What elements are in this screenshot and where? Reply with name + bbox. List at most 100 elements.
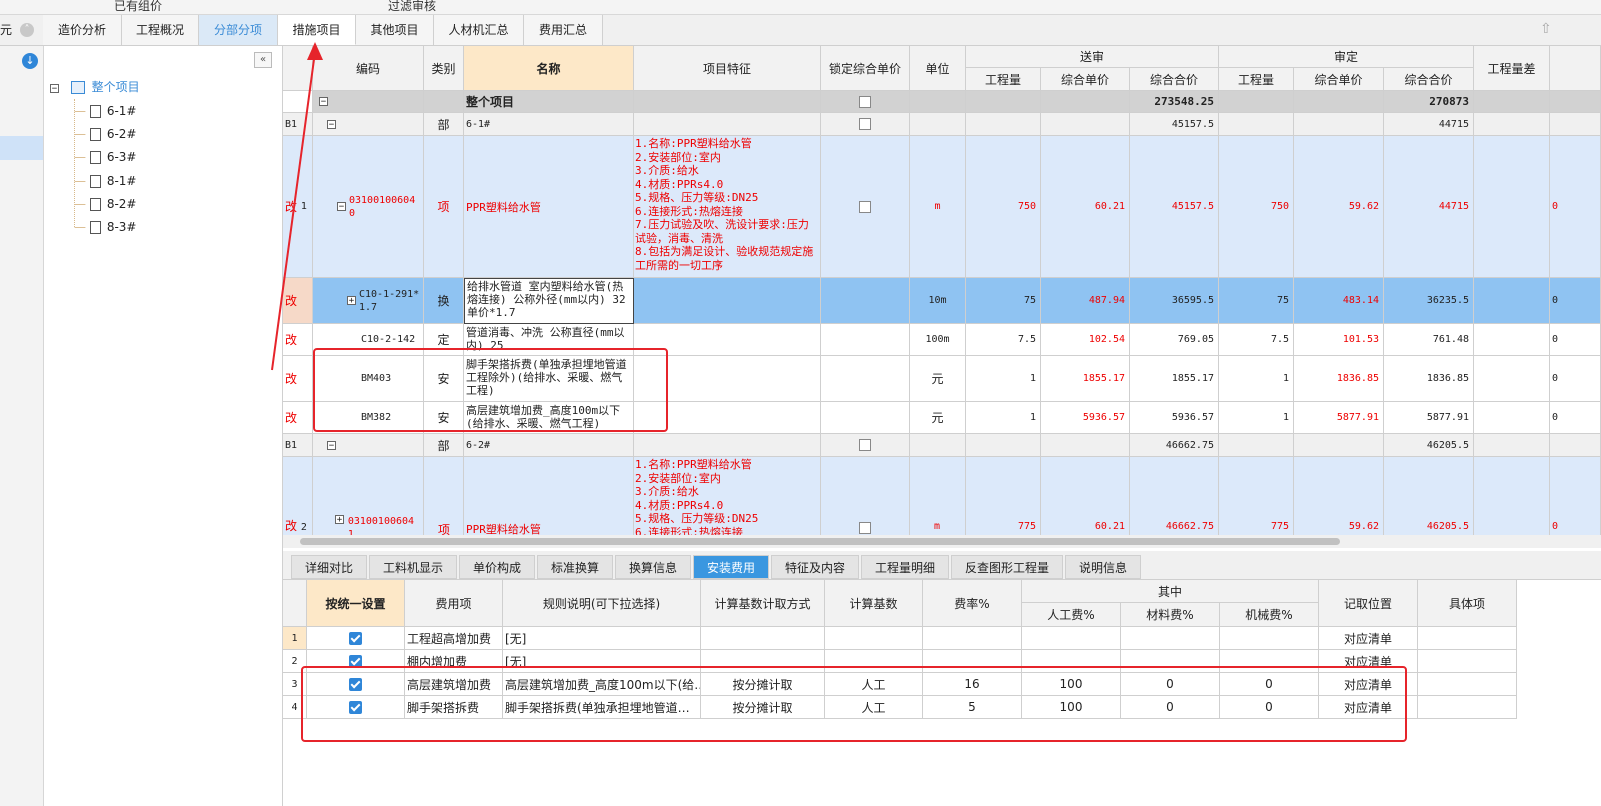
header-approve-unit-price: 综合单价 — [1294, 68, 1384, 91]
header-position: 记取位置 — [1319, 580, 1418, 627]
approve-total: 44715 — [1384, 113, 1474, 136]
row-type: 项 — [424, 457, 464, 541]
tab-standard-conversion[interactable]: 标准换算 — [537, 555, 613, 579]
unified-checkbox[interactable] — [349, 631, 362, 645]
row-type: 换 — [424, 278, 464, 324]
tab-project-overview[interactable]: 工程概况 — [122, 15, 199, 45]
tab-conversion-info[interactable]: 换算信息 — [615, 555, 691, 579]
scrollbar-thumb[interactable] — [300, 538, 1340, 545]
approve-total: 5877.91 — [1384, 402, 1474, 434]
row-name: 6-1# — [464, 113, 634, 136]
tree-node-8-3[interactable]: — 8-3# — [74, 216, 136, 238]
tree-node-8-1[interactable]: — 8-1# — [74, 170, 136, 192]
header-feature: 项目特征 — [634, 46, 821, 91]
send-total: 769.05 — [1130, 324, 1219, 356]
send-total: 46662.75 — [1130, 457, 1219, 541]
row-unit: m — [910, 457, 966, 541]
row-name: PPR塑料给水管 — [464, 457, 634, 541]
send-total: 1855.17 — [1130, 356, 1219, 402]
left-strip-label: 元 — [0, 23, 13, 37]
left-side-strip — [0, 46, 44, 806]
detail-tab-bar: 详细对比 工料机显示 单价构成 标准换算 换算信息 安装费用 特征及内容 工程量… — [283, 551, 1601, 580]
fee-labor — [1022, 627, 1121, 650]
fee-rule[interactable]: [无] — [503, 627, 701, 650]
send-total: 36595.5 — [1130, 278, 1219, 324]
download-icon[interactable]: ↓ — [22, 53, 38, 69]
approve-unit-price: 5877.91 — [1294, 402, 1384, 434]
header-send-qty: 工程量 — [966, 68, 1041, 91]
row-type: 部 — [424, 113, 464, 136]
fee-item: 工程超高增加费 — [405, 627, 503, 650]
tab-fee-summary[interactable]: 费用汇总 — [524, 15, 603, 45]
header-calc-base: 计算基数 — [825, 580, 923, 627]
tab-quantity-detail[interactable]: 工程量明细 — [861, 555, 949, 579]
row-unit: 10m — [910, 278, 966, 324]
row-name-editor[interactable]: 给排水管道 室内塑料给水管(热熔连接) 公称外径(mm以内) 32 单价*1.7 — [464, 278, 634, 324]
header-machine-pct: 机械费% — [1220, 603, 1319, 627]
row-unit: m — [910, 136, 966, 278]
approve-unit-price: 59.62 — [1294, 136, 1384, 278]
top-strip: 已有组价 过滤审核 — [0, 0, 1601, 15]
send-total: 273548.25 — [1130, 91, 1219, 113]
approve-qty: 75 — [1219, 278, 1294, 324]
tab-features-content[interactable]: 特征及内容 — [771, 555, 859, 579]
row-feature: 1.名称:PPR塑料给水管 2.安装部位:室内 3.介质:给水 4.材质:PPR… — [634, 457, 821, 541]
header-unit: 单位 — [910, 46, 966, 91]
tab-cost-analysis[interactable]: 造价分析 — [43, 15, 122, 45]
left-strip-selection[interactable] — [0, 136, 43, 160]
send-qty: 1 — [966, 356, 1041, 402]
tree-node-6-1[interactable]: — 6-1# — [74, 100, 136, 122]
tab-labor-material-display[interactable]: 工料机显示 — [369, 555, 457, 579]
document-icon — [89, 221, 101, 234]
top-left-label: 已有组价 — [114, 0, 163, 13]
send-total: 45157.5 — [1130, 136, 1219, 278]
tab-labor-material-summary[interactable]: 人材机汇总 — [434, 15, 524, 45]
scroll-up-icon[interactable]: ⇧ — [1540, 21, 1552, 37]
row-code: 031001006040 — [349, 194, 416, 219]
approve-total: 46205.5 — [1384, 434, 1474, 457]
header-send-group: 送审 — [966, 46, 1219, 68]
send-unit-price: 60.21 — [1041, 457, 1130, 541]
approve-qty: 1 — [1219, 356, 1294, 402]
lock-checkbox[interactable] — [859, 118, 871, 130]
qty-diff: 0 — [1550, 356, 1601, 402]
header-rule: 规则说明(可下拉选择) — [503, 580, 701, 627]
tree-node-6-3[interactable]: — 6-3# — [74, 146, 136, 168]
tab-description-info[interactable]: 说明信息 — [1065, 555, 1141, 579]
tree-root[interactable]: − 整个项目 — [50, 76, 140, 98]
fee-detail — [1418, 650, 1517, 673]
row-collapse-icon[interactable]: − — [327, 440, 336, 450]
tab-unit-price-composition[interactable]: 单价构成 — [459, 555, 535, 579]
fee-method — [701, 627, 825, 650]
tab-detail-compare[interactable]: 详细对比 — [291, 555, 367, 579]
row-unit: 100m — [910, 324, 966, 356]
document-icon — [89, 128, 101, 141]
row-expand-icon[interactable]: + — [335, 515, 344, 525]
document-icon — [89, 175, 101, 188]
send-qty: 775 — [966, 457, 1041, 541]
lock-checkbox[interactable] — [859, 95, 871, 108]
header-extra — [1550, 46, 1601, 91]
lock-checkbox[interactable] — [859, 200, 871, 213]
fee-machine — [1220, 627, 1319, 650]
tree-node-8-2[interactable]: — 8-2# — [74, 193, 136, 215]
header-name: 名称 — [464, 46, 634, 91]
tree-node-6-2[interactable]: — 6-2# — [74, 123, 136, 145]
row-expand-icon[interactable]: + — [347, 296, 356, 306]
tab-install-fee[interactable]: 安装费用 — [693, 555, 769, 579]
approve-total: 36235.5 — [1384, 278, 1474, 324]
header-send-total: 综合合价 — [1130, 68, 1219, 91]
header-material-pct: 材料费% — [1121, 603, 1220, 627]
lock-checkbox[interactable] — [859, 439, 871, 451]
tab-other-items[interactable]: 其他项目 — [356, 15, 434, 45]
tab-reverse-check-quantity[interactable]: 反查图形工程量 — [951, 555, 1063, 579]
lock-checkbox[interactable] — [859, 522, 871, 534]
collapse-up-icon[interactable]: ˄ — [20, 23, 34, 37]
row-name: 整个项目 — [464, 91, 634, 113]
row-prefix: B1 — [283, 434, 313, 457]
qty-diff: 0 — [1550, 278, 1601, 324]
approve-qty: 775 — [1219, 457, 1294, 541]
approve-total: 761.48 — [1384, 324, 1474, 356]
row-collapse-icon[interactable]: − — [337, 202, 346, 212]
tree-collapse-icon[interactable]: − — [50, 84, 59, 94]
